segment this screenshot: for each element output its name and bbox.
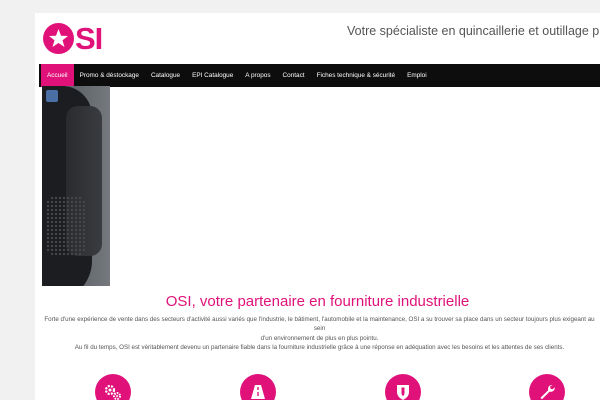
logo[interactable]: SI bbox=[43, 21, 103, 56]
nav-item-epi-catalogue[interactable]: EPI Catalogue bbox=[186, 64, 239, 87]
hero-grille bbox=[46, 196, 86, 256]
shield-icon[interactable] bbox=[385, 374, 421, 400]
hero-product-image bbox=[42, 86, 110, 286]
road-icon[interactable] bbox=[240, 374, 276, 400]
tagline: Votre spécialiste en quincaillerie et ou… bbox=[347, 24, 600, 38]
nav-item-promo-destockage[interactable]: Promo & déstockage bbox=[74, 64, 145, 87]
page-headline: OSI, votre partenaire en fourniture indu… bbox=[165, 293, 470, 310]
page: SI Votre spécialiste en quincaillerie et… bbox=[35, 13, 600, 400]
nav-item-fiches-technique[interactable]: Fiches technique & sécurité bbox=[311, 64, 402, 87]
intro-line: Forte d'une expérience de vente dans des… bbox=[44, 316, 595, 333]
nav-item-contact[interactable]: Contact bbox=[277, 64, 311, 87]
nav-item-accueil[interactable]: Accueil bbox=[41, 64, 74, 87]
intro-line: d'un environnement de plus en plus point… bbox=[260, 334, 379, 342]
nav-item-catalogue[interactable]: Catalogue bbox=[145, 64, 186, 87]
nav-item-emploi[interactable]: Emploi bbox=[401, 64, 433, 87]
wrench-icon[interactable] bbox=[529, 374, 565, 400]
nav-item-a-propos[interactable]: A propos bbox=[239, 64, 276, 87]
intro-line: Au fil du temps, OSI est véritablement d… bbox=[74, 344, 565, 352]
main-navigation: Accueil Promo & déstockage Catalogue EPI… bbox=[39, 64, 600, 87]
gears-icon[interactable] bbox=[95, 374, 131, 400]
logo-text: SI bbox=[75, 21, 103, 56]
intro-text: Forte d'une expérience de vente dans des… bbox=[39, 315, 600, 353]
logo-star-icon bbox=[43, 23, 74, 54]
hero-badge-icon bbox=[46, 90, 58, 102]
